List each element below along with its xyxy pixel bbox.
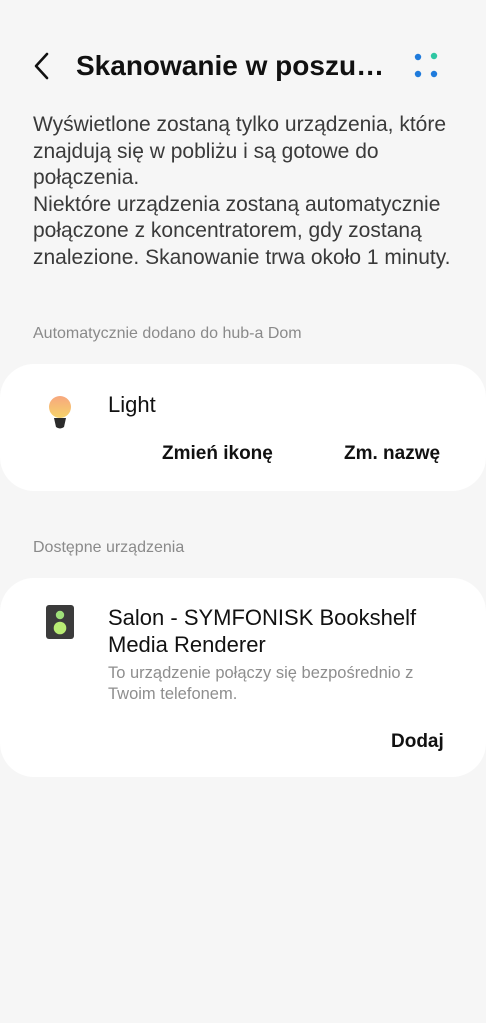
device-name-speaker: Salon - SYMFONISK Bookshelf Media Render… (108, 605, 417, 657)
description-line-1: Wyświetlone zostaną tylko urządzenia, kt… (33, 113, 447, 189)
light-bulb-icon (49, 396, 71, 429)
section-label-available: Dostępne urządzenia (33, 539, 185, 556)
chevron-left-icon (34, 52, 49, 80)
change-icon-button[interactable]: Zmień ikonę (162, 443, 273, 465)
description: Wyświetlone zostaną tylko urządzenia, kt… (33, 112, 463, 271)
add-device-button[interactable]: Dodaj (391, 731, 444, 753)
page-title: Skanowanie w poszuki… (76, 50, 396, 81)
speaker-icon (46, 605, 74, 639)
dots-scan-icon[interactable] (408, 50, 444, 84)
device-name-light: Light (108, 392, 156, 417)
device-subtitle: To urządzenie połączy się bezpośrednio z… (108, 664, 414, 703)
screen: Skanowanie w poszuki… Wyświetlone zostan… (0, 0, 486, 1023)
available-device-card[interactable]: Salon - SYMFONISK Bookshelf Media Render… (0, 578, 486, 777)
description-line-2: Niektóre urządzenia zostaną automatyczni… (33, 192, 451, 269)
rename-button[interactable]: Zm. nazwę (344, 443, 440, 465)
section-label-auto-added: Automatycznie dodano do hub-a Dom (33, 325, 302, 342)
back-button[interactable] (22, 44, 62, 88)
auto-added-device-card[interactable]: Light Zmień ikonę Zm. nazwę (0, 364, 486, 491)
